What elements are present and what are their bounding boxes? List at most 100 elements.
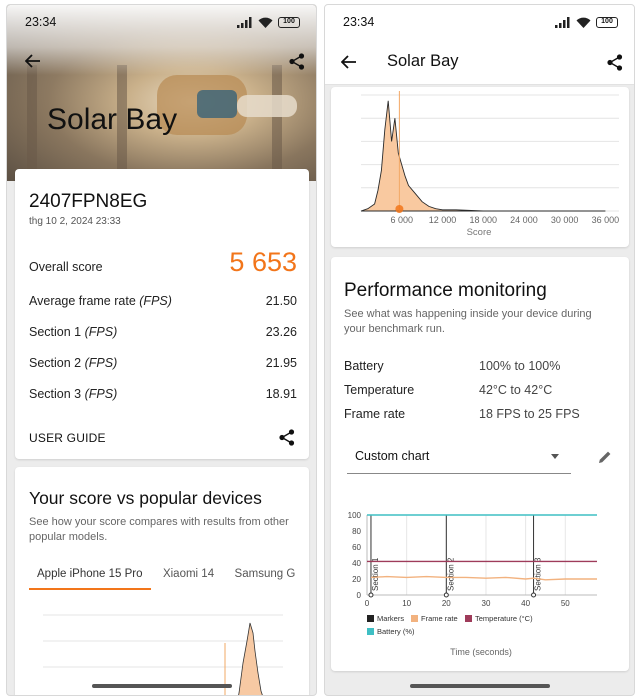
- x-tick-label: 36 000: [592, 215, 620, 225]
- page-title: Solar Bay: [387, 52, 459, 70]
- section-2-value: 21.95: [265, 356, 297, 370]
- chevron-down-icon: [551, 454, 559, 459]
- overall-score-value: 5 653: [229, 247, 297, 277]
- section-marker-dot: [443, 592, 449, 598]
- y-tick-label: 0: [357, 591, 362, 600]
- section-marker-dot: [368, 592, 374, 598]
- legend-swatch: [411, 615, 418, 622]
- status-icons: 100: [555, 16, 618, 28]
- compare-card: Your score vs popular devices See how yo…: [15, 467, 309, 695]
- frame-rate-value: 18 FPS to 25 FPS: [479, 407, 580, 421]
- battery-icon: 100: [278, 16, 300, 28]
- hero-art: [27, 65, 37, 175]
- fps-unit: (FPS): [84, 325, 118, 339]
- score-card: 2407FPN8EG thg 10 2, 2024 23:33 Overall …: [15, 169, 309, 459]
- performance-monitoring-card: Performance monitoring See what was happ…: [331, 257, 629, 671]
- legend-swatch: [367, 628, 374, 635]
- score-histogram: 6 000 12 000 18 000 24 000 30 000 36 000 Scor…: [360, 91, 620, 238]
- perf-x-label: Time (seconds): [450, 647, 512, 657]
- share-icon[interactable]: [275, 425, 299, 449]
- y-tick-label: 40: [352, 559, 361, 568]
- x-tick-label: 20: [442, 599, 451, 608]
- back-arrow-icon[interactable]: [21, 49, 45, 73]
- y-tick-label: 20: [352, 575, 361, 584]
- section-marker-dot: [531, 592, 537, 598]
- score-distribution-card: 6 000 12 000 18 000 24 000 30 000 36 000 Scor…: [331, 87, 629, 247]
- section-2-label: Section 2 (FPS): [29, 356, 117, 370]
- tab-apple-iphone-15-pro[interactable]: Apple iPhone 15 Pro: [29, 562, 151, 590]
- overall-score-label: Overall score: [29, 260, 103, 274]
- fps-unit: (FPS): [84, 387, 118, 401]
- section-2-text: Section 2: [29, 356, 82, 370]
- share-icon[interactable]: [603, 50, 627, 74]
- legend-label: Temperature (°C): [475, 614, 533, 623]
- tab-xiaomi-14[interactable]: Xiaomi 14: [155, 562, 222, 590]
- y-tick-label: 60: [352, 543, 361, 552]
- back-arrow-icon[interactable]: [337, 50, 361, 74]
- avg-frame-rate-text: Average frame rate: [29, 294, 136, 308]
- status-icons: 100: [237, 16, 300, 28]
- hero-art: [237, 95, 297, 117]
- battery-icon: 100: [596, 16, 618, 28]
- edit-pencil-icon[interactable]: [593, 445, 617, 469]
- fps-unit: (FPS): [139, 294, 172, 308]
- x-tick-label: 0: [365, 599, 370, 608]
- legend-label: Markers: [377, 614, 404, 623]
- wifi-icon: [576, 17, 591, 28]
- hero-title: Solar Bay: [47, 103, 178, 136]
- hero-art: [197, 90, 237, 118]
- section-3-label: Section 3 (FPS): [29, 387, 117, 401]
- battery-value: 100% to 100%: [479, 359, 561, 373]
- device-tabs: Apple iPhone 15 Pro Xiaomi 14 Samsung G: [29, 562, 309, 592]
- battery-label: Battery: [344, 359, 384, 373]
- device-name: 2407FPN8EG: [29, 191, 148, 212]
- chart-type-dropdown[interactable]: Custom chart: [347, 440, 571, 474]
- section-marker-label: Section 2: [446, 557, 455, 591]
- section-marker-label: Section 1: [371, 557, 380, 591]
- section-marker-label: Section 3: [534, 557, 543, 591]
- home-indicator: [409, 684, 550, 688]
- legend-label: Battery (%): [377, 627, 415, 636]
- fps-unit: (FPS): [84, 356, 118, 370]
- x-tick-label: 50: [561, 599, 570, 608]
- x-tick-label: 30: [482, 599, 491, 608]
- user-guide-link[interactable]: USER GUIDE: [29, 431, 106, 445]
- score-distribution-area: [360, 100, 606, 212]
- avg-frame-rate-row: Average frame rate (FPS) 21.50: [29, 294, 297, 308]
- section-1-row: Section 1 (FPS) 23.26: [29, 325, 297, 339]
- x-tick-label: 12 000: [429, 215, 457, 225]
- status-time: 23:34: [343, 15, 375, 29]
- legend-swatch: [465, 615, 472, 622]
- x-tick-label: 40: [521, 599, 530, 608]
- wifi-icon: [258, 17, 273, 28]
- compare-histogram: [43, 614, 283, 695]
- perf-subtitle: See what was happening inside your devic…: [344, 308, 592, 335]
- section-1-value: 23.26: [265, 325, 297, 339]
- legend-label: Frame rate: [421, 614, 458, 623]
- perf-title: Performance monitoring: [344, 280, 547, 301]
- x-tick-label: 18 000: [469, 215, 497, 225]
- x-tick-label: 6 000: [390, 215, 413, 225]
- section-3-text: Section 3: [29, 387, 82, 401]
- dropdown-selected: Custom chart: [355, 449, 430, 463]
- left-screen: Solar Bay 23:34 100 2407FPN8EG thg 10 2,…: [6, 4, 317, 696]
- y-tick-label: 100: [348, 511, 362, 520]
- x-tick-label: 30 000: [551, 215, 579, 225]
- share-icon[interactable]: [285, 49, 309, 73]
- temperature-label: Temperature: [344, 383, 415, 397]
- avg-frame-rate-label: Average frame rate (FPS): [29, 294, 172, 308]
- status-bar: 23:34 100: [7, 5, 316, 39]
- series-line: [370, 575, 597, 581]
- tab-samsung[interactable]: Samsung G: [227, 562, 304, 590]
- section-3-row: Section 3 (FPS) 18.91: [29, 387, 297, 401]
- signal-icon: [555, 16, 570, 28]
- legend-swatch: [367, 615, 374, 622]
- status-bar: 23:34 100: [325, 5, 634, 39]
- your-score-marker: [395, 205, 404, 213]
- signal-icon: [237, 16, 252, 28]
- avg-frame-rate-value: 21.50: [265, 294, 297, 308]
- compare-subtitle: See how your score compares with results…: [29, 516, 289, 543]
- y-tick-label: 80: [352, 527, 361, 536]
- frame-rate-label: Frame rate: [344, 407, 406, 421]
- run-date: thg 10 2, 2024 23:33: [29, 216, 121, 227]
